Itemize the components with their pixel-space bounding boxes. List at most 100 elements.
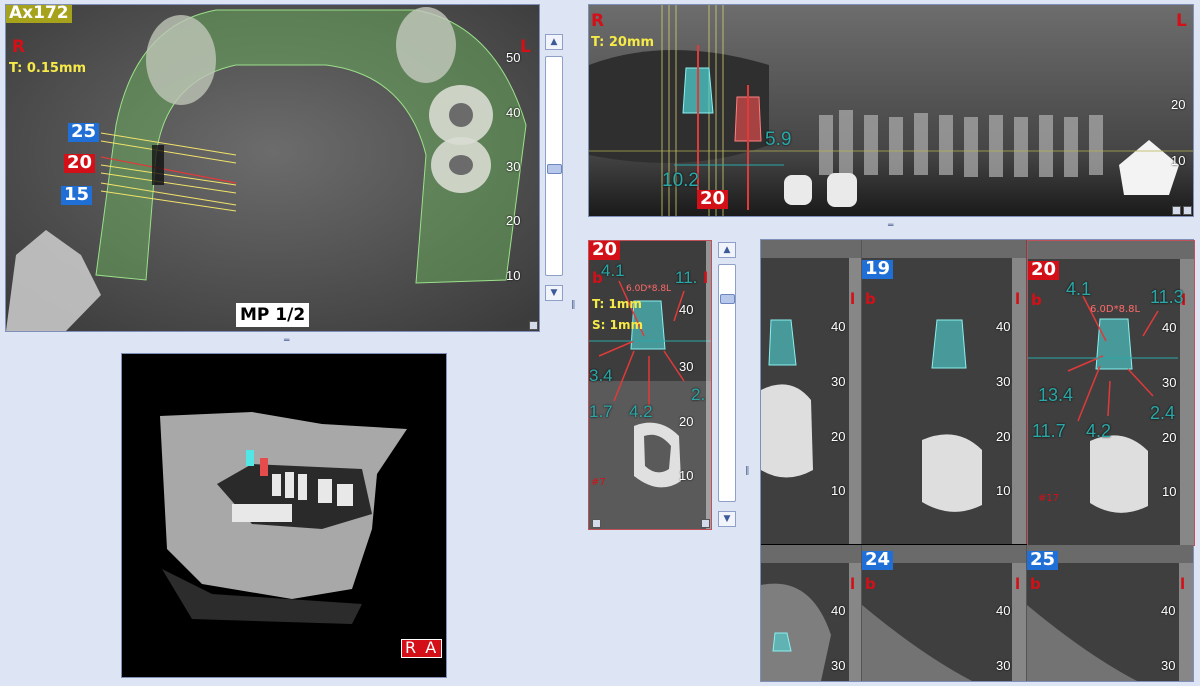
section-badge[interactable]: 24 — [862, 550, 894, 570]
scale-tick: 10 — [1171, 153, 1186, 168]
cross-section-scrollbar[interactable]: ▲ ▼ — [718, 242, 736, 528]
lingual-label: l — [703, 269, 709, 287]
section-label-20[interactable]: 20 — [64, 153, 96, 173]
scale-tick: 10 — [506, 268, 521, 283]
slice-spacing-label: S: 1mm — [592, 318, 643, 332]
scale-tick: 10 — [679, 468, 694, 483]
scale-tick: 10 — [1162, 484, 1177, 499]
measurement-label: 4.1 — [1066, 279, 1092, 299]
scale-tick: 40 — [996, 603, 1011, 618]
scroll-down-icon[interactable]: ▼ — [718, 511, 736, 527]
buccal-label: b — [1031, 291, 1042, 309]
scale-tick: 50 — [506, 50, 521, 65]
measurement-label: 11.7 — [1032, 421, 1066, 441]
tooth-number-label: #17 — [1038, 493, 1060, 504]
scale-tick: 20 — [1171, 97, 1186, 112]
measurement-label: 5.9 — [765, 129, 792, 150]
slab-thickness-label: T: 20mm — [591, 35, 655, 50]
measurement-label: 2. — [691, 385, 706, 404]
section-label-15[interactable]: 15 — [61, 185, 93, 205]
volume-3d-image — [122, 354, 446, 677]
measurement-label: 10.2 — [662, 170, 699, 191]
grid-cell-image — [761, 545, 861, 681]
scale-tick: 30 — [831, 658, 846, 673]
section-badge[interactable]: 19 — [862, 259, 894, 279]
resize-corner-icon[interactable] — [1183, 206, 1192, 215]
scale-tick: 40 — [506, 105, 521, 120]
measurement-label: 3.4 — [589, 366, 613, 385]
scale-tick: 30 — [506, 159, 521, 174]
scale-tick: 10 — [996, 483, 1011, 498]
buccal-label: b — [1030, 575, 1041, 593]
lingual-label: l — [1180, 575, 1186, 593]
scroll-up-icon[interactable]: ▲ — [545, 34, 563, 50]
cross-section-grid: l 40 30 20 10 19 b l 40 30 20 10 20 b l … — [760, 239, 1195, 682]
section-badge[interactable]: 20 — [589, 241, 621, 260]
axial-scrollbar[interactable]: ▲ ▼ — [545, 34, 563, 302]
scale-tick: 20 — [506, 213, 521, 228]
measurement-label: 11. — [675, 268, 698, 287]
lingual-label: l — [1015, 290, 1021, 308]
measurement-label: 4.1 — [601, 261, 625, 280]
splitter-grip-icon[interactable]: ‖ — [571, 300, 576, 310]
splitter-grip-icon[interactable]: ═ — [888, 221, 893, 231]
scale-tick: 20 — [1162, 430, 1177, 445]
splitter-grip-icon[interactable]: ‖ — [745, 466, 750, 476]
measurement-label: 13.4 — [1038, 385, 1074, 405]
measurement-label: 1.7 — [589, 402, 613, 421]
scale-tick: 40 — [1162, 320, 1177, 335]
orientation-right-label: R — [591, 11, 605, 31]
scale-tick: 40 — [679, 302, 694, 317]
panoramic-view[interactable]: R L T: 20mm 5.9 10.2 20 20 10 — [588, 4, 1194, 217]
resize-corner-icon[interactable] — [701, 519, 710, 528]
grid-cell-image — [761, 240, 861, 544]
section-badge[interactable]: 20 — [697, 189, 729, 209]
lingual-label: l — [850, 575, 856, 593]
section-badge[interactable]: 25 — [1027, 550, 1059, 570]
grid-cell[interactable]: 20 b l 6.0D*8.8L 4.1 11.3 13.4 11.7 4.2 … — [1027, 240, 1195, 546]
axial-view[interactable]: Ax172 R L T: 0.15mm 25 20 15 50 40 30 20… — [5, 4, 540, 332]
resize-corner-icon[interactable] — [529, 321, 538, 330]
measurement-label: 11.3 — [1150, 287, 1184, 307]
grid-cell[interactable]: l 40 30 — [761, 545, 862, 681]
scale-tick: 10 — [831, 483, 846, 498]
section-badge[interactable]: 20 — [1028, 260, 1060, 280]
scale-tick: 20 — [831, 429, 846, 444]
scale-tick: 30 — [679, 359, 694, 374]
scrollbar-thumb[interactable] — [547, 164, 562, 174]
measurement-label: 2.4 — [1150, 403, 1176, 423]
grid-cell[interactable]: 24 b l 40 30 — [862, 545, 1027, 681]
slice-thickness-label: T: 0.15mm — [9, 61, 87, 76]
resize-corner-icon[interactable] — [1172, 206, 1181, 215]
scale-tick: 30 — [996, 658, 1011, 673]
resize-corner-icon[interactable] — [592, 519, 601, 528]
cross-section-view[interactable]: 20 b l T: 1mm S: 1mm 6.0D*8.8L 4.1 11. 3… — [588, 240, 712, 530]
buccal-label: b — [865, 290, 876, 308]
lingual-label: l — [1015, 575, 1021, 593]
scroll-down-icon[interactable]: ▼ — [545, 285, 563, 301]
buccal-label: b — [865, 575, 876, 593]
slice-thickness-label: T: 1mm — [592, 297, 642, 311]
view-title-badge: Ax172 — [6, 5, 72, 23]
mpr-page-label: MP 1/2 — [236, 303, 310, 327]
orientation-left-label: L — [1176, 11, 1187, 31]
scroll-up-icon[interactable]: ▲ — [718, 242, 736, 258]
scale-tick: 40 — [831, 603, 846, 618]
scale-tick: 30 — [831, 374, 846, 389]
volume-3d-view[interactable]: R A — [121, 353, 447, 678]
tooth-number-label: #7 — [591, 477, 606, 488]
scale-tick: 40 — [1161, 603, 1176, 618]
splitter-grip-icon[interactable]: ═ — [284, 336, 289, 346]
orientation-badge: R A — [401, 639, 443, 658]
implant-size-label: 6.0D*8.8L — [1090, 304, 1141, 315]
scale-tick: 30 — [996, 374, 1011, 389]
scale-tick: 20 — [679, 414, 694, 429]
implant-size-label: 6.0D*8.8L — [626, 284, 672, 294]
grid-cell[interactable]: 25 b l 40 30 — [1027, 545, 1193, 681]
grid-cell[interactable]: l 40 30 20 10 — [761, 240, 862, 544]
section-label-25[interactable]: 25 — [68, 122, 100, 142]
lingual-label: l — [850, 290, 856, 308]
scrollbar-thumb[interactable] — [720, 294, 735, 304]
grid-cell[interactable]: 19 b l 40 30 20 10 — [862, 240, 1027, 544]
orientation-left-label: L — [520, 37, 531, 57]
